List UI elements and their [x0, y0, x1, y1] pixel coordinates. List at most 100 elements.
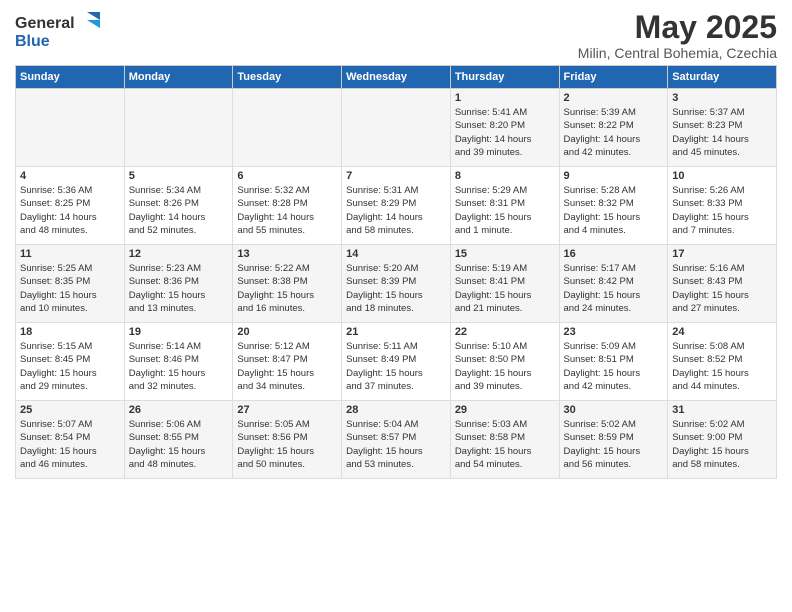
info-line: Sunset: 8:41 PM [455, 276, 525, 287]
day-info: Sunrise: 5:09 AMSunset: 8:51 PMDaylight:… [564, 340, 664, 393]
cell-w5-d5: 29Sunrise: 5:03 AMSunset: 8:58 PMDayligh… [450, 401, 559, 479]
info-line: Daylight: 14 hours [237, 212, 314, 223]
info-line: and 54 minutes. [455, 459, 523, 470]
day-number: 27 [237, 404, 337, 416]
info-line: Sunrise: 5:03 AM [455, 419, 527, 430]
info-line: Sunset: 8:26 PM [129, 198, 199, 209]
info-line: Sunrise: 5:39 AM [564, 107, 636, 118]
info-line: Daylight: 14 hours [20, 212, 97, 223]
info-line: Sunset: 8:23 PM [672, 120, 742, 131]
info-line: Sunset: 9:00 PM [672, 432, 742, 443]
info-line: and 7 minutes. [672, 225, 734, 236]
day-number: 1 [455, 92, 555, 104]
week-row-5: 25Sunrise: 5:07 AMSunset: 8:54 PMDayligh… [16, 401, 777, 479]
day-number: 9 [564, 170, 664, 182]
day-info: Sunrise: 5:16 AMSunset: 8:43 PMDaylight:… [672, 262, 772, 315]
cell-w4-d7: 24Sunrise: 5:08 AMSunset: 8:52 PMDayligh… [668, 323, 777, 401]
day-info: Sunrise: 5:02 AMSunset: 9:00 PMDaylight:… [672, 418, 772, 471]
info-line: and 46 minutes. [20, 459, 88, 470]
info-line: Sunset: 8:35 PM [20, 276, 90, 287]
info-line: and 42 minutes. [564, 147, 632, 158]
info-line: Sunrise: 5:05 AM [237, 419, 309, 430]
day-info: Sunrise: 5:11 AMSunset: 8:49 PMDaylight:… [346, 340, 446, 393]
info-line: and 45 minutes. [672, 147, 740, 158]
day-number: 8 [455, 170, 555, 182]
day-number: 22 [455, 326, 555, 338]
info-line: Sunrise: 5:04 AM [346, 419, 418, 430]
day-number: 31 [672, 404, 772, 416]
day-info: Sunrise: 5:28 AMSunset: 8:32 PMDaylight:… [564, 184, 664, 237]
info-line: Sunset: 8:50 PM [455, 354, 525, 365]
info-line: and 52 minutes. [129, 225, 197, 236]
col-wednesday: Wednesday [342, 66, 451, 89]
info-line: Sunset: 8:36 PM [129, 276, 199, 287]
day-info: Sunrise: 5:41 AMSunset: 8:20 PMDaylight:… [455, 106, 555, 159]
info-line: Daylight: 15 hours [455, 290, 532, 301]
info-line: Daylight: 15 hours [455, 368, 532, 379]
day-info: Sunrise: 5:12 AMSunset: 8:47 PMDaylight:… [237, 340, 337, 393]
info-line: Sunrise: 5:37 AM [672, 107, 744, 118]
info-line: Sunset: 8:28 PM [237, 198, 307, 209]
header: General Blue May 2025 Milin, Central Boh… [15, 10, 777, 61]
cell-w2-d5: 8Sunrise: 5:29 AMSunset: 8:31 PMDaylight… [450, 167, 559, 245]
info-line: Daylight: 15 hours [129, 368, 206, 379]
day-info: Sunrise: 5:31 AMSunset: 8:29 PMDaylight:… [346, 184, 446, 237]
cell-w4-d6: 23Sunrise: 5:09 AMSunset: 8:51 PMDayligh… [559, 323, 668, 401]
header-row: Sunday Monday Tuesday Wednesday Thursday… [16, 66, 777, 89]
page-container: General Blue May 2025 Milin, Central Boh… [0, 0, 792, 487]
cell-w1-d1 [16, 89, 125, 167]
info-line: Sunrise: 5:14 AM [129, 341, 201, 352]
info-line: Sunrise: 5:17 AM [564, 263, 636, 274]
info-line: Sunset: 8:43 PM [672, 276, 742, 287]
info-line: and 53 minutes. [346, 459, 414, 470]
cell-w3-d5: 15Sunrise: 5:19 AMSunset: 8:41 PMDayligh… [450, 245, 559, 323]
day-number: 12 [129, 248, 229, 260]
week-row-2: 4Sunrise: 5:36 AMSunset: 8:25 PMDaylight… [16, 167, 777, 245]
info-line: and 32 minutes. [129, 381, 197, 392]
info-line: Sunrise: 5:22 AM [237, 263, 309, 274]
info-line: Sunrise: 5:28 AM [564, 185, 636, 196]
info-line: Daylight: 15 hours [564, 368, 641, 379]
info-line: and 18 minutes. [346, 303, 414, 314]
day-info: Sunrise: 5:05 AMSunset: 8:56 PMDaylight:… [237, 418, 337, 471]
cell-w1-d5: 1 Sunrise: 5:41 AMSunset: 8:20 PMDaylight… [450, 89, 559, 167]
info-line: and 13 minutes. [129, 303, 197, 314]
info-line: Sunset: 8:56 PM [237, 432, 307, 443]
info-line: Daylight: 15 hours [237, 290, 314, 301]
cell-w2-d3: 6Sunrise: 5:32 AMSunset: 8:28 PMDaylight… [233, 167, 342, 245]
info-line: Sunset: 8:29 PM [346, 198, 416, 209]
day-info: Sunrise: 5:34 AMSunset: 8:26 PMDaylight:… [129, 184, 229, 237]
cell-w1-d6: 2Sunrise: 5:39 AMSunset: 8:22 PMDaylight… [559, 89, 668, 167]
cell-w3-d7: 17Sunrise: 5:16 AMSunset: 8:43 PMDayligh… [668, 245, 777, 323]
day-info: Sunrise: 5:39 AM Sunset: 8:22 PM Daylight:… [564, 106, 664, 159]
day-number: 3 [672, 92, 772, 104]
info-line: Daylight: 15 hours [20, 368, 97, 379]
info-line: and 24 minutes. [564, 303, 632, 314]
cell-w2-d2: 5Sunrise: 5:34 AMSunset: 8:26 PMDaylight… [124, 167, 233, 245]
info-line: and 58 minutes. [672, 459, 740, 470]
info-line: Daylight: 15 hours [455, 212, 532, 223]
info-line: Sunrise: 5:02 AM [564, 419, 636, 430]
cell-w4-d4: 21Sunrise: 5:11 AMSunset: 8:49 PMDayligh… [342, 323, 451, 401]
info-line: Sunset: 8:46 PM [129, 354, 199, 365]
cell-w1-d2 [124, 89, 233, 167]
info-line: Daylight: 15 hours [346, 368, 423, 379]
cell-w3-d6: 16Sunrise: 5:17 AMSunset: 8:42 PMDayligh… [559, 245, 668, 323]
cell-w4-d2: 19Sunrise: 5:14 AMSunset: 8:46 PMDayligh… [124, 323, 233, 401]
day-number: 30 [564, 404, 664, 416]
col-tuesday: Tuesday [233, 66, 342, 89]
info-line: Sunset: 8:22 PM [564, 120, 634, 131]
info-line: Daylight: 15 hours [672, 446, 749, 457]
cell-w2-d7: 10Sunrise: 5:26 AMSunset: 8:33 PMDayligh… [668, 167, 777, 245]
logo-text: General Blue [15, 10, 105, 57]
info-line: Daylight: 14 hours [564, 134, 641, 145]
info-line: Daylight: 15 hours [672, 368, 749, 379]
info-line: and 39 minutes. [455, 147, 523, 158]
cell-w5-d1: 25Sunrise: 5:07 AMSunset: 8:54 PMDayligh… [16, 401, 125, 479]
info-line: Daylight: 15 hours [564, 446, 641, 457]
day-info: Sunrise: 5:22 AMSunset: 8:38 PMDaylight:… [237, 262, 337, 315]
day-info: Sunrise: 5:26 AMSunset: 8:33 PMDaylight:… [672, 184, 772, 237]
info-line: and 58 minutes. [346, 225, 414, 236]
day-info: Sunrise: 5:10 AMSunset: 8:50 PMDaylight:… [455, 340, 555, 393]
info-line: and 50 minutes. [237, 459, 305, 470]
